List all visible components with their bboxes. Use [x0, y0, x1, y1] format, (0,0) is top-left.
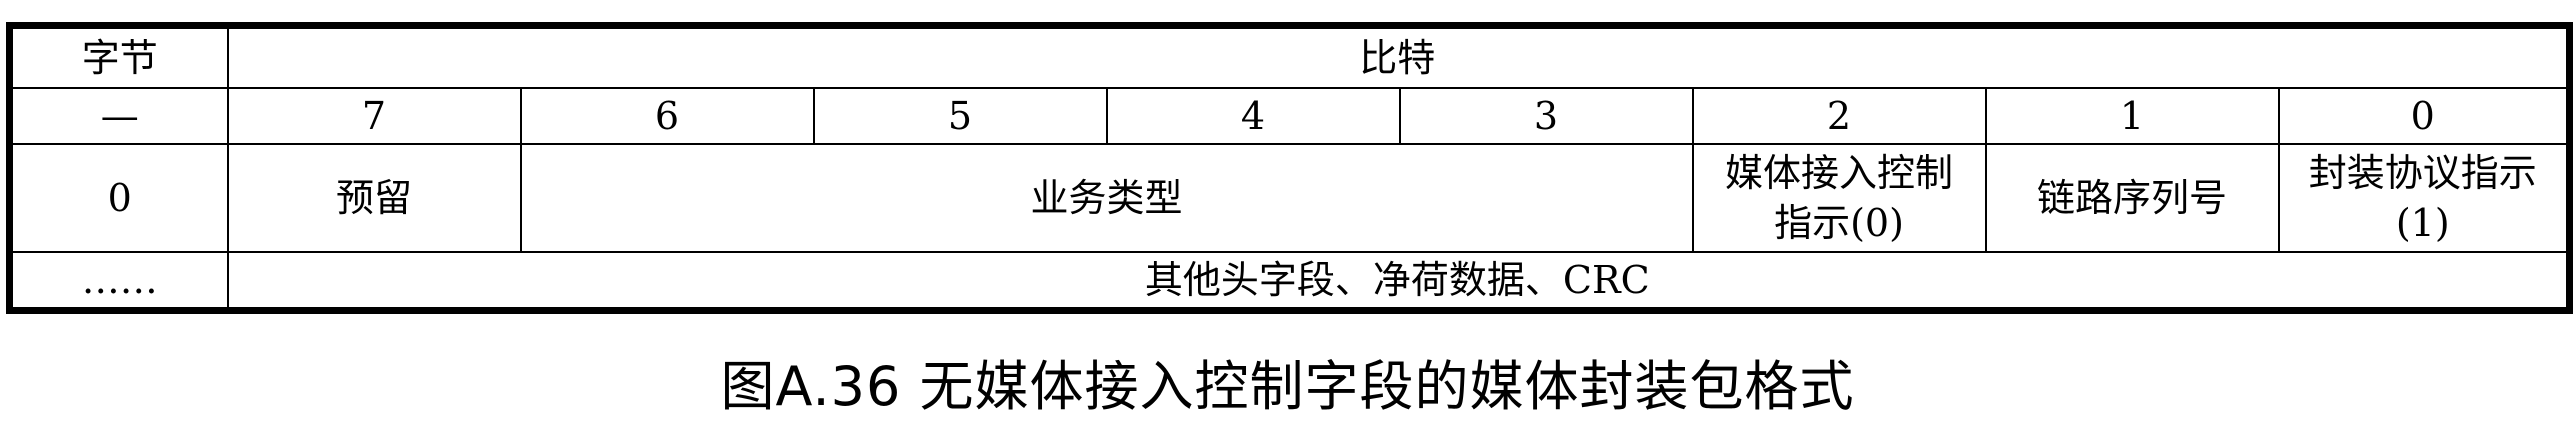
remaining-bytes-row: …… 其他头字段、净荷数据、CRC: [8, 251, 2571, 312]
bit-5-cell: 5: [812, 87, 1108, 145]
bit-header-cell: 比特: [226, 24, 2571, 89]
bit-row-byte-cell: —: [8, 87, 229, 145]
mac-indicator-label: 媒体接入控制指示(0): [1724, 151, 1953, 245]
byte-0-index-cell: 0: [8, 143, 229, 253]
bit-number-row: — 7 6 5 4 3 2 1 0: [8, 87, 2571, 145]
packet-format-table: 字节 比特 — 7 6 5 4 3 2 1 0 0 预留 业务类型 媒体接入控制…: [6, 22, 2574, 314]
other-fields-cell: 其他头字段、净荷数据、CRC: [226, 251, 2571, 312]
byte-header-cell: 字节: [8, 24, 229, 89]
mac-indicator-field-cell: 媒体接入控制指示(0): [1691, 143, 1987, 253]
header-row: 字节 比特: [8, 24, 2571, 89]
ellipsis-byte-cell: ……: [8, 251, 229, 312]
bit-6-cell: 6: [519, 87, 815, 145]
bit-1-cell: 1: [1984, 87, 2280, 145]
bit-0-cell: 0: [2277, 87, 2571, 145]
figure-caption: 图A.36 无媒体接入控制字段的媒体封装包格式: [720, 355, 1855, 418]
encapsulation-indicator-field-cell: 封装协议指示(1): [2277, 143, 2571, 253]
link-sequence-field-cell: 链路序列号: [1984, 143, 2280, 253]
bit-3-cell: 3: [1398, 87, 1694, 145]
service-type-field-cell: 业务类型: [519, 143, 1694, 253]
bit-2-cell: 2: [1691, 87, 1987, 145]
bit-7-cell: 7: [226, 87, 522, 145]
byte-0-row: 0 预留 业务类型 媒体接入控制指示(0) 链路序列号 封装协议指示(1): [8, 143, 2571, 253]
reserved-field-cell: 预留: [226, 143, 522, 253]
encapsulation-indicator-label: 封装协议指示(1): [2308, 151, 2537, 245]
bit-4-cell: 4: [1105, 87, 1401, 145]
